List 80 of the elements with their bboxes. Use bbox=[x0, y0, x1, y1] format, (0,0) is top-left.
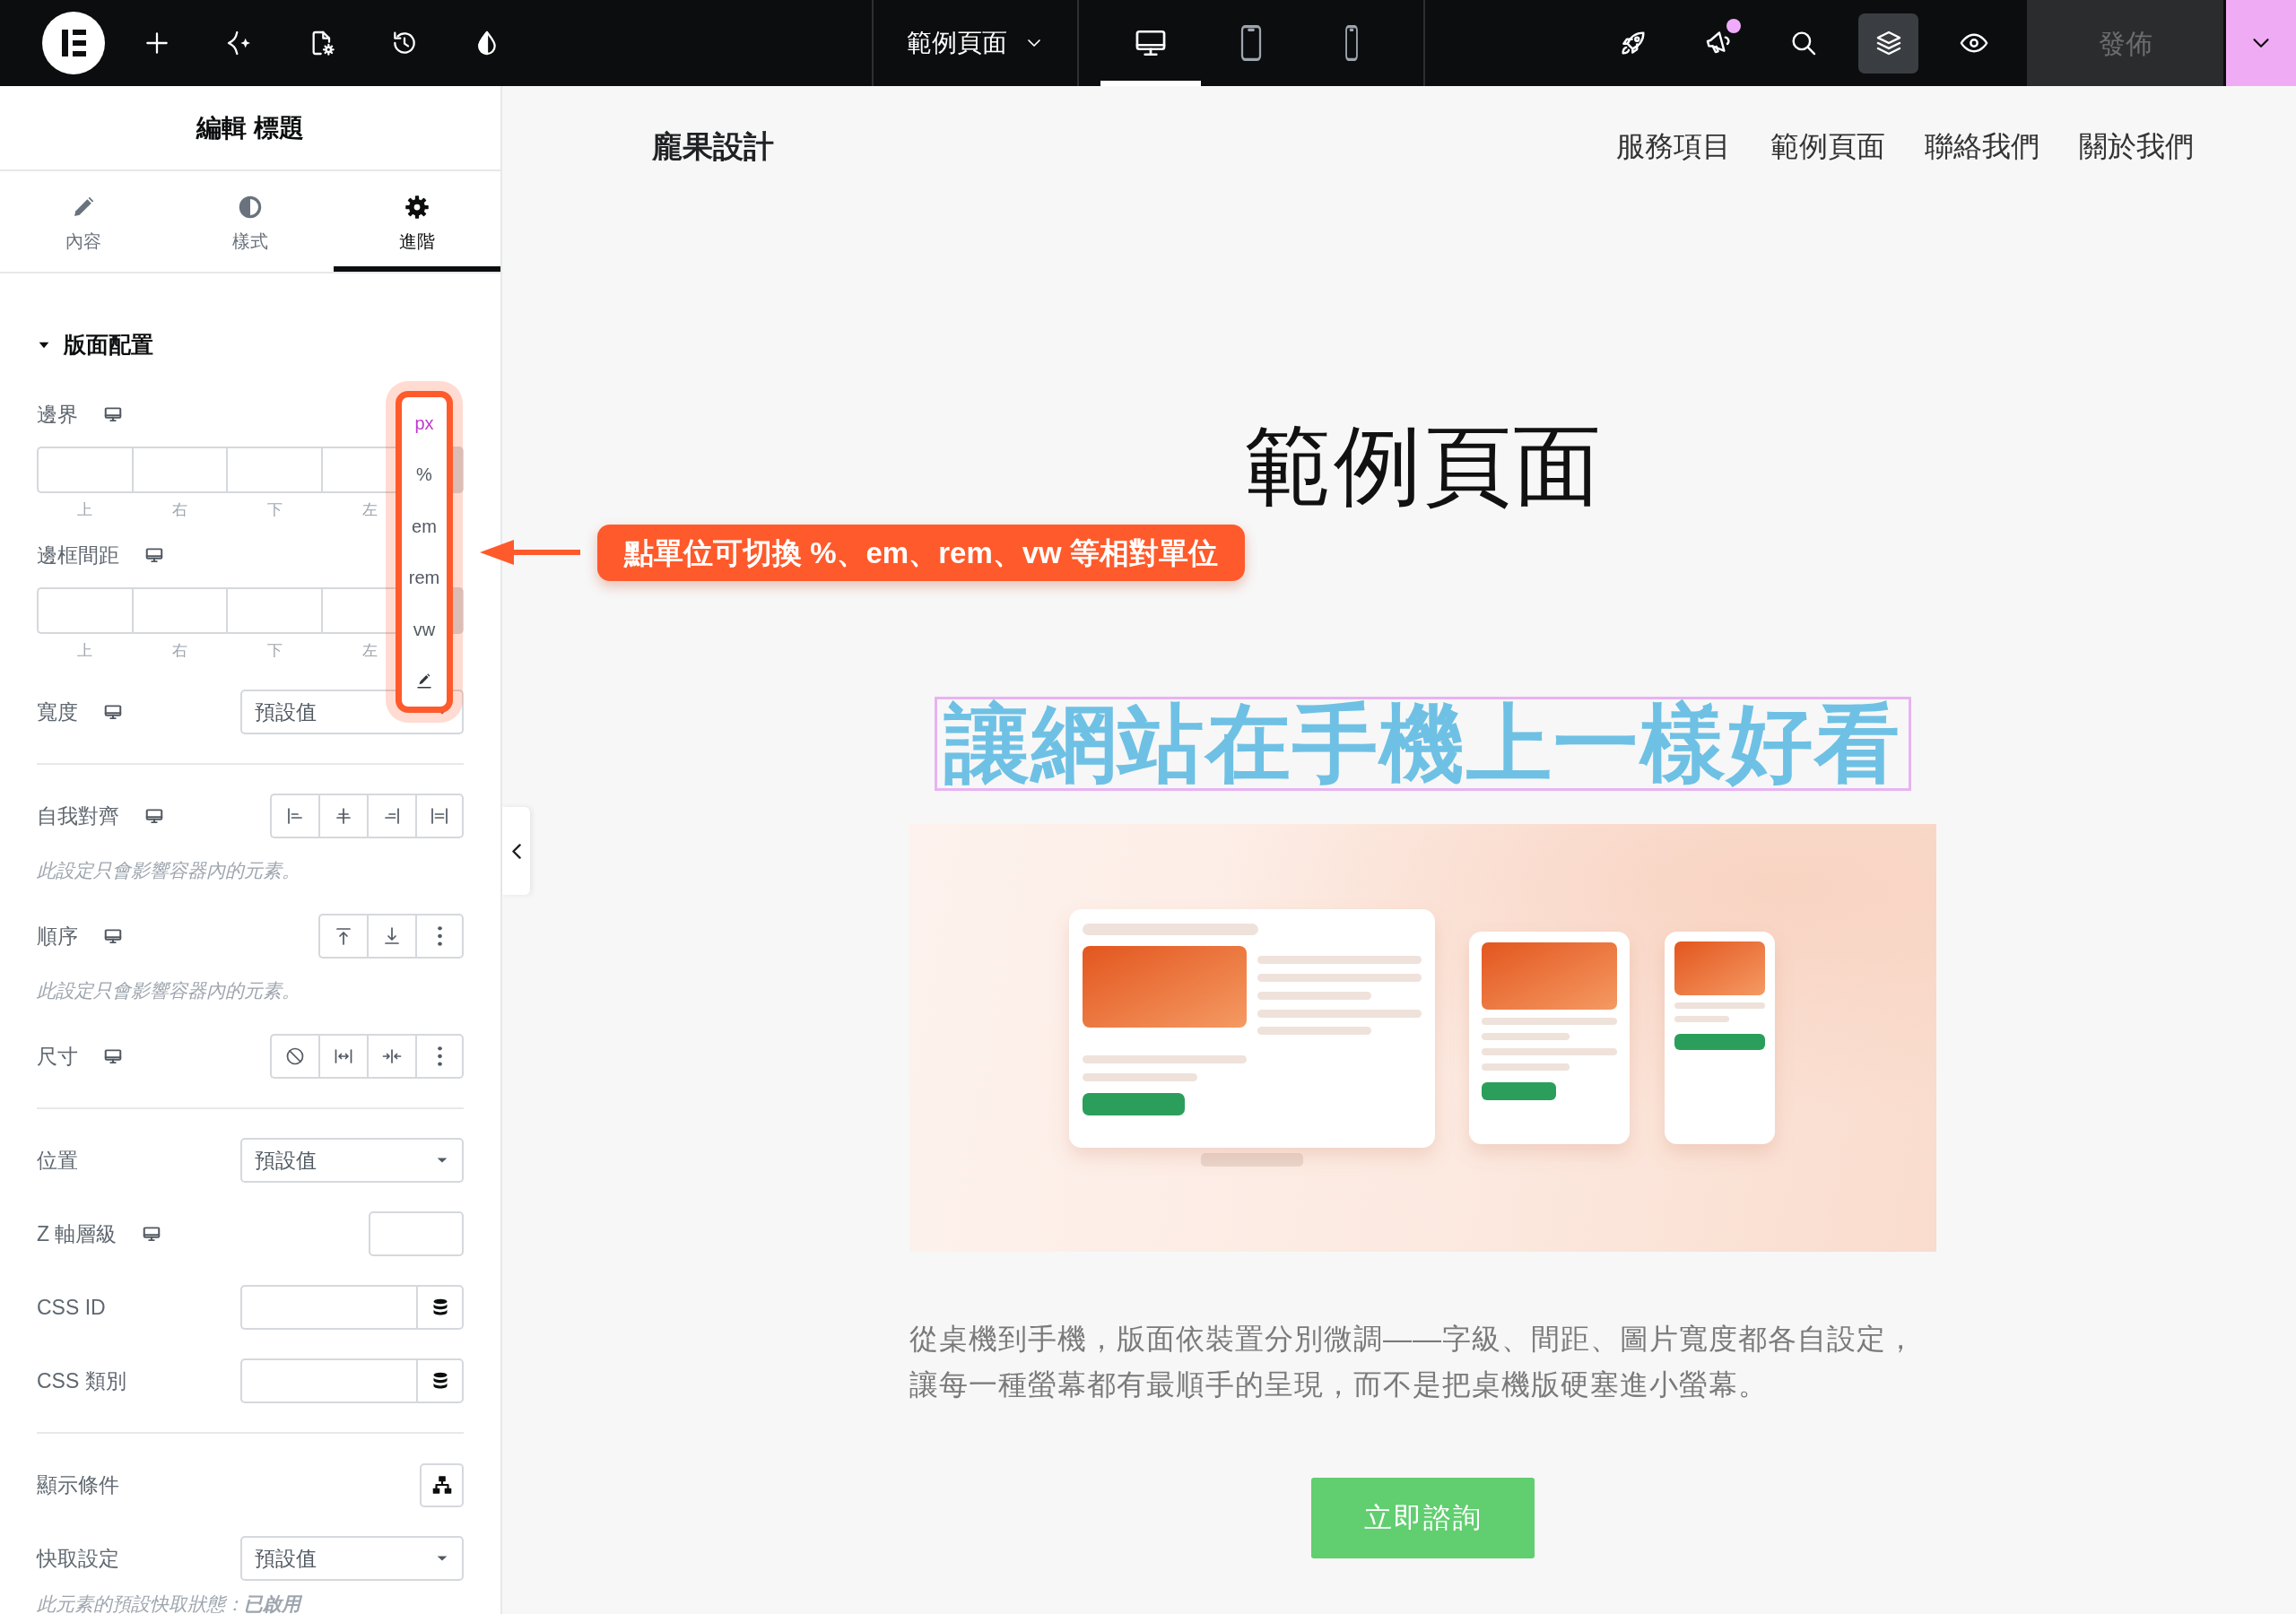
ban-icon bbox=[284, 1046, 306, 1067]
settings-icon bbox=[404, 194, 430, 221]
text-field[interactable] bbox=[240, 1358, 416, 1403]
hint-text: 此設定只會影響容器內的元素。 bbox=[37, 860, 301, 881]
dimension-field[interactable] bbox=[226, 447, 321, 493]
unit-option[interactable]: rem bbox=[402, 551, 447, 603]
logo-icon[interactable] bbox=[42, 12, 105, 74]
monitor-icon[interactable] bbox=[103, 703, 123, 721]
shrink-button[interactable] bbox=[367, 1034, 415, 1079]
vertical-dots-icon bbox=[437, 926, 442, 946]
select-field[interactable]: 預設值 bbox=[240, 1138, 464, 1183]
field-label: 自我對齊 bbox=[37, 803, 119, 829]
dimension-field[interactable] bbox=[37, 447, 132, 493]
dimension-field[interactable] bbox=[37, 587, 132, 634]
unit-option[interactable]: px bbox=[402, 397, 447, 449]
align-start-button[interactable] bbox=[270, 794, 318, 838]
dimension-field[interactable] bbox=[131, 447, 227, 493]
hint-text: 此設定只會影響容器內的元素。 bbox=[37, 980, 301, 1002]
dynamic-tags-button[interactable] bbox=[416, 1285, 464, 1330]
side-label: 右 bbox=[170, 500, 188, 520]
hint-text: 此元素的預設快取狀態：已啟用 bbox=[37, 1593, 303, 1614]
page-menu-button[interactable]: 範例頁面 bbox=[900, 17, 1050, 69]
field-label: 寬度 bbox=[37, 699, 78, 725]
vertical-dots-icon bbox=[437, 1046, 442, 1066]
field-label: 顯示條件 bbox=[37, 1471, 119, 1498]
nav-link[interactable]: 關於我們 bbox=[2079, 126, 2194, 166]
panel-title: 編輯 標題 bbox=[196, 112, 304, 143]
body-paragraph: 從桌機到手機，版面依裝置分別微調——字級、間距、圖片寬度都各自設定， 讓每一種螢幕都有最順手的呈現，而不是把桌機版硬塞進小螢幕。 bbox=[909, 1322, 1917, 1402]
monitor-icon[interactable] bbox=[103, 1047, 123, 1065]
monitor-icon[interactable] bbox=[103, 927, 123, 945]
monitor-icon[interactable] bbox=[144, 807, 164, 825]
side-label: 下 bbox=[265, 641, 283, 661]
conditions-button[interactable] bbox=[420, 1462, 464, 1507]
align-end-button[interactable] bbox=[367, 794, 415, 838]
side-label: 上 bbox=[75, 641, 93, 661]
nav-link[interactable]: 服務項目 bbox=[1616, 126, 1731, 166]
dimension-field[interactable] bbox=[131, 587, 227, 634]
monitor-icon[interactable] bbox=[144, 546, 164, 564]
unit-option[interactable]: em bbox=[402, 500, 447, 552]
field-label: 邊框間距 bbox=[37, 542, 119, 568]
no-size-button[interactable] bbox=[270, 1034, 318, 1079]
field-label: 尺寸 bbox=[37, 1043, 78, 1070]
nav-link[interactable]: 聯絡我們 bbox=[1925, 126, 2039, 166]
unit-option[interactable]: vw bbox=[402, 603, 447, 655]
align-center-button[interactable] bbox=[318, 794, 367, 838]
chevron-left-icon bbox=[511, 843, 521, 859]
panel-tab[interactable]: 樣式 bbox=[167, 171, 334, 272]
stretch-button[interactable] bbox=[415, 794, 464, 838]
callout-label: 點單位可切換 %、em、rem、vw 等相對單位 bbox=[597, 525, 1245, 581]
side-label: 左 bbox=[361, 500, 378, 520]
field-label: CSS ID bbox=[37, 1294, 106, 1321]
text-field[interactable] bbox=[240, 1285, 416, 1330]
number-field[interactable] bbox=[369, 1211, 464, 1256]
side-label: 左 bbox=[361, 641, 378, 661]
field-label: Z 軸層級 bbox=[37, 1220, 117, 1247]
monitor-icon[interactable] bbox=[142, 1225, 162, 1243]
side-label: 下 bbox=[265, 500, 283, 520]
side-label: 右 bbox=[170, 641, 188, 661]
page-title: 範例頁面 bbox=[1243, 415, 1603, 516]
dynamic-tags-button[interactable] bbox=[416, 1358, 464, 1403]
unit-option[interactable]: % bbox=[402, 448, 447, 500]
stretch-icon bbox=[429, 805, 450, 827]
move-first-button[interactable] bbox=[318, 914, 367, 959]
field-label: 快取設定 bbox=[37, 1545, 119, 1572]
field-label: 順序 bbox=[37, 923, 78, 950]
side-label: 上 bbox=[75, 500, 93, 520]
panel-tab[interactable]: 內容 bbox=[0, 171, 167, 272]
field-label: 位置 bbox=[37, 1147, 78, 1174]
structure-button[interactable] bbox=[1858, 13, 1918, 74]
dimension-field[interactable] bbox=[226, 587, 321, 634]
nav-link[interactable]: 範例頁面 bbox=[1770, 126, 1885, 166]
half-circle-icon bbox=[237, 194, 264, 221]
monitor-icon[interactable] bbox=[103, 405, 123, 423]
field-label: CSS 類別 bbox=[37, 1367, 126, 1394]
grow-button[interactable] bbox=[318, 1034, 367, 1079]
section-toggle[interactable]: 版面配置 bbox=[37, 329, 153, 361]
field-label: 邊界 bbox=[37, 401, 78, 428]
select-field[interactable]: 預設值 bbox=[240, 1536, 464, 1581]
brand-name: 龐果設計 bbox=[652, 128, 774, 165]
move-last-button[interactable] bbox=[367, 914, 415, 959]
